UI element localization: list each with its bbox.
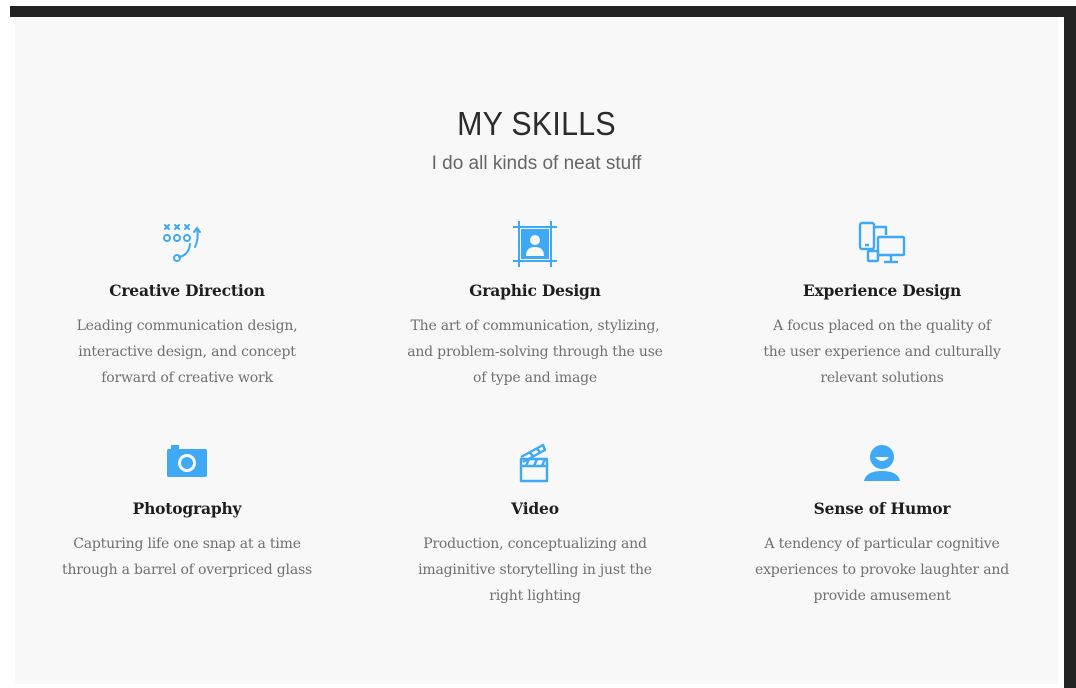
window-frame-right [1064, 6, 1076, 688]
skill-title: Sense of Humor [813, 499, 951, 518]
camera-icon [167, 445, 207, 477]
skill-description: Capturing life one snap at a time throug… [37, 531, 337, 583]
skill-description: Production, conceptualizing and imaginit… [385, 531, 685, 609]
description-line: Leading communication design, [76, 318, 298, 334]
portrait-frame-icon [513, 221, 557, 267]
section-subtitle: I do all kinds of neat stuff [431, 153, 642, 174]
window-frame-top [10, 6, 1076, 17]
skill-description: A focus placed on the quality of the use… [732, 313, 1032, 391]
description-line: relevant solutions [820, 370, 944, 386]
skill-creative-direction: Creative Direction Leading communication… [37, 217, 337, 391]
description-line: the user experience and culturally [763, 344, 1001, 360]
skill-title: Creative Direction [109, 281, 265, 300]
description-line: imaginitive storytelling in just the [418, 562, 652, 578]
skill-title: Experience Design [802, 281, 962, 300]
skill-description: The art of communication, stylizing, and… [385, 313, 685, 391]
clapperboard-icon [519, 443, 549, 483]
description-line: Capturing life one snap at a time [73, 536, 301, 552]
description-line: Production, conceptualizing and [423, 536, 647, 552]
skill-title: Graphic Design [469, 281, 601, 300]
description-line: A tendency of particular cognitive [764, 536, 1000, 552]
description-line: of type and image [472, 370, 597, 386]
description-line: A focus placed on the quality of [773, 318, 991, 334]
description-line: provide amusement [813, 588, 951, 604]
skill-experience-design: Experience Design A focus placed on the … [732, 217, 1032, 391]
skill-title: Photography [132, 499, 242, 518]
smiley-person-icon [864, 445, 900, 481]
description-line: experiences to provoke laughter and [754, 562, 1009, 578]
description-line: and problem-solving through the use [407, 344, 663, 360]
description-line: interactive design, and concept [78, 344, 296, 360]
description-line: right lighting [489, 588, 581, 604]
description-line: through a barrel of overpriced glass [62, 562, 312, 578]
devices-icon [858, 221, 906, 264]
description-line: forward of creative work [101, 370, 273, 386]
description-line: The art of communication, stylizing, [410, 318, 660, 334]
skill-description: A tendency of particular cognitive exper… [732, 531, 1032, 609]
skills-section: MY SKILLS I do all kinds of neat stuff C… [15, 17, 1058, 684]
skill-title: Video [511, 499, 559, 518]
skill-description: Leading communication design, interactiv… [37, 313, 337, 391]
skill-graphic-design: Graphic Design The art of communication,… [385, 217, 685, 391]
strategy-play-icon [163, 224, 201, 262]
skill-sense-of-humor: Sense of Humor A tendency of particular … [732, 435, 1032, 609]
skill-video: Video Production, conceptualizing and im… [385, 435, 685, 609]
skill-photography: Photography Capturing life one snap at a… [37, 435, 337, 583]
section-title: MY SKILLS [457, 105, 616, 142]
